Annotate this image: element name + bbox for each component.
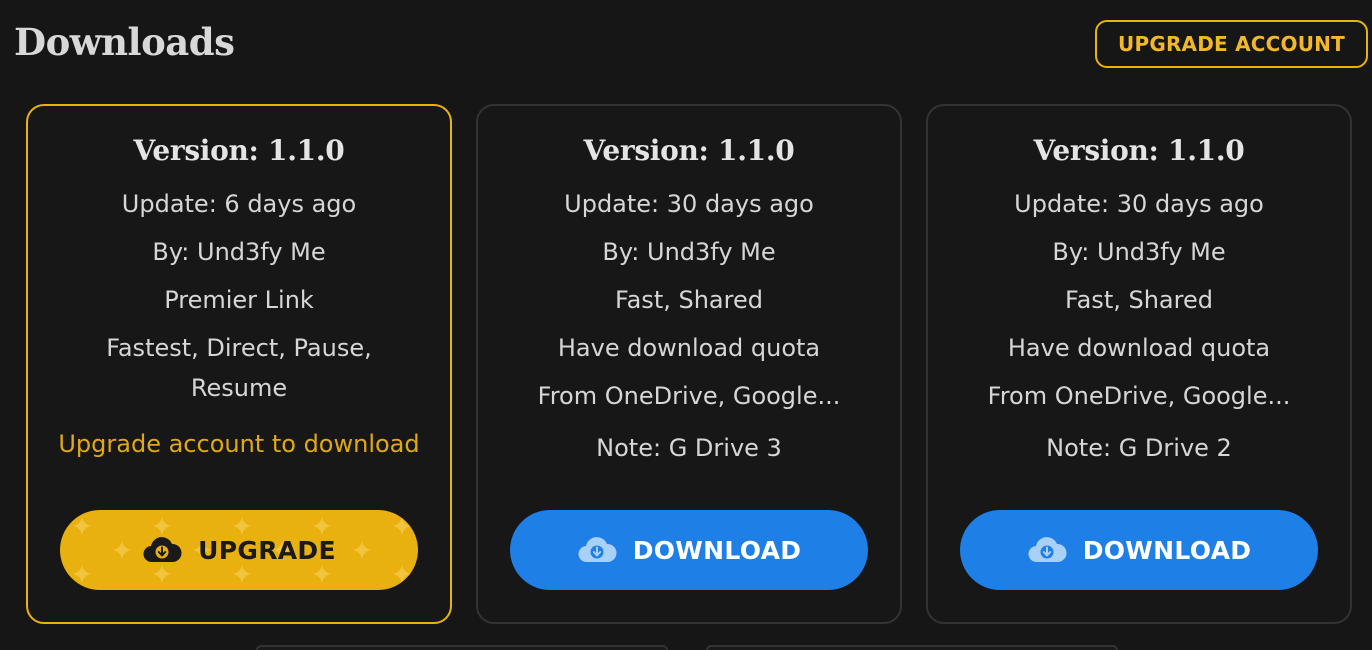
card-source: From OneDrive, Google... <box>537 382 841 410</box>
card-upgrade-notice: Upgrade account to download <box>58 430 420 458</box>
card-link-type: Fast, Shared <box>615 286 763 314</box>
card-source: From OneDrive, Google... <box>987 382 1291 410</box>
card-update: Update: 30 days ago <box>1014 190 1264 218</box>
card-link-type: Premier Link <box>164 286 314 314</box>
card-author: By: Und3fy Me <box>152 238 326 266</box>
card-author: By: Und3fy Me <box>602 238 776 266</box>
cloud-download-icon <box>143 537 182 563</box>
card-quota: Have download quota <box>557 334 821 362</box>
downloads-page: Downloads UPGRADE ACCOUNT Version: 1.1.0… <box>0 0 1372 650</box>
download-card-gdrive-3: Version: 1.1.0 Update: 30 days ago By: U… <box>476 104 902 624</box>
card-note: Note: G Drive 2 <box>1046 434 1232 462</box>
card-update: Update: 6 days ago <box>121 190 357 218</box>
card-note: Note: G Drive 3 <box>596 434 782 462</box>
card-features: Fastest, Direct, Pause, Resume <box>106 334 372 402</box>
upgrade-account-button[interactable]: UPGRADE ACCOUNT <box>1095 20 1368 68</box>
download-button[interactable]: DOWNLOAD <box>960 510 1318 590</box>
download-button[interactable]: DOWNLOAD <box>510 510 868 590</box>
card-quota: Have download quota <box>1007 334 1271 362</box>
card-update: Update: 30 days ago <box>564 190 814 218</box>
upgrade-button[interactable]: UPGRADE <box>60 510 418 590</box>
download-card-premium: Version: 1.1.0 Update: 6 days ago By: Un… <box>26 104 452 624</box>
card-version: Version: 1.1.0 <box>1033 134 1245 167</box>
card-link-type: Fast, Shared <box>1065 286 1213 314</box>
download-card-gdrive-2: Version: 1.1.0 Update: 30 days ago By: U… <box>926 104 1352 624</box>
download-button-label: DOWNLOAD <box>1082 535 1252 565</box>
cloud-download-icon <box>1028 537 1067 563</box>
next-card-edge <box>256 645 668 650</box>
upgrade-button-label: UPGRADE <box>198 535 336 565</box>
download-button-label: DOWNLOAD <box>632 535 802 565</box>
cloud-download-icon <box>578 537 617 563</box>
card-author: By: Und3fy Me <box>1052 238 1226 266</box>
card-version: Version: 1.1.0 <box>133 134 345 167</box>
next-card-edge <box>706 645 1118 650</box>
card-version: Version: 1.1.0 <box>583 134 795 167</box>
page-title: Downloads <box>14 20 235 64</box>
